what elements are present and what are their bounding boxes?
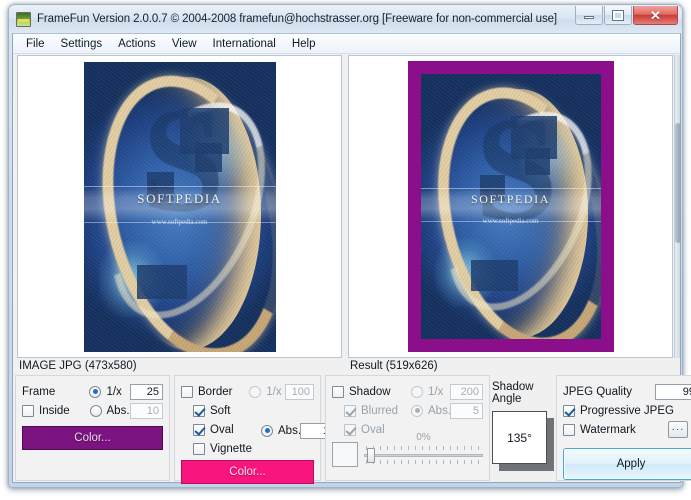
close-button[interactable]: ✕ bbox=[633, 6, 678, 25]
shadow-angle-group: Shadow Angle 135° bbox=[492, 375, 554, 481]
minimize-button[interactable] bbox=[575, 6, 603, 25]
progressive-jpeg-label: Progressive JPEG bbox=[580, 404, 674, 417]
watermark-label-text: Watermark bbox=[580, 423, 636, 436]
frame-absolute-input[interactable]: 10 bbox=[130, 402, 163, 419]
artwork-pixel-block bbox=[137, 264, 188, 300]
menu-item-international[interactable]: International bbox=[205, 36, 284, 52]
maximize-button[interactable] bbox=[604, 6, 632, 25]
shadow-opacity-value: 0% bbox=[416, 431, 431, 443]
source-image-status: IMAGE JPG (473x580) bbox=[19, 360, 137, 372]
shadow-blurred-label: Blurred bbox=[361, 404, 399, 417]
shadow-angle-label: Shadow Angle bbox=[492, 381, 534, 405]
frame-label: Frame bbox=[22, 385, 56, 398]
watermark-checkbox[interactable] bbox=[563, 423, 575, 436]
result-image-status: Result (519x626) bbox=[350, 360, 438, 372]
shadow-reciprocal-input[interactable]: 200 bbox=[450, 383, 483, 400]
controls-strip: Frame 1/x 25 Inside Abs. 10 Color... Bor… bbox=[13, 375, 691, 484]
frame-reciprocal-input[interactable]: 25 bbox=[130, 383, 163, 400]
border-oval-label: Oval bbox=[210, 423, 234, 436]
result-frame-border: S SOFTPEDIA www.softpedia.com bbox=[407, 61, 614, 352]
menu-item-settings[interactable]: Settings bbox=[53, 36, 111, 52]
jpeg-quality-label: JPEG Quality bbox=[563, 385, 633, 398]
apply-button[interactable]: Apply bbox=[563, 448, 691, 480]
shadow-color-swatch[interactable] bbox=[332, 442, 358, 467]
client-area: File Settings Actions View International… bbox=[12, 33, 691, 484]
border-soft-checkbox[interactable] bbox=[193, 404, 205, 417]
border-absolute-label: Abs. bbox=[278, 424, 302, 437]
shadow-oval-checkbox[interactable] bbox=[344, 423, 356, 436]
frame-absolute-label: Abs. bbox=[106, 404, 130, 417]
watermark-sublabel: www.softpedia.com bbox=[482, 217, 539, 226]
watermark-label: SOFTPEDIA bbox=[137, 190, 222, 206]
result-artwork: S SOFTPEDIA www.softpedia.com bbox=[420, 74, 601, 339]
border-vignette-checkbox[interactable] bbox=[193, 442, 205, 455]
shadow-angle-value: 135° bbox=[492, 411, 547, 464]
border-checkbox[interactable] bbox=[181, 385, 193, 398]
minimize-icon bbox=[584, 16, 594, 19]
framefun-app-icon bbox=[16, 11, 31, 27]
shadow-angle-dial[interactable]: 135° bbox=[492, 411, 554, 471]
image-panes: S SOFTPEDIA www.softpedia.com S SOFTPEDI… bbox=[13, 55, 681, 358]
menu-item-help[interactable]: Help bbox=[284, 36, 324, 52]
application-window: FrameFun Version 2.0.0.7 © 2004-2008 fra… bbox=[8, 4, 691, 488]
border-reciprocal-input[interactable]: 100 bbox=[285, 383, 314, 400]
shadow-opacity-row: 0% bbox=[332, 432, 483, 467]
title-bar[interactable]: FrameFun Version 2.0.0.7 © 2004-2008 fra… bbox=[9, 5, 682, 33]
border-group: Border 1/x 100 Soft Oval Vignette Color.… bbox=[174, 375, 333, 484]
border-reciprocal-radio[interactable] bbox=[249, 385, 262, 398]
menu-item-view[interactable]: View bbox=[164, 36, 205, 52]
source-image-pane[interactable]: S SOFTPEDIA www.softpedia.com bbox=[17, 55, 342, 358]
shadow-absolute-radio[interactable] bbox=[411, 404, 423, 417]
frame-inside-label: Inside bbox=[39, 404, 70, 417]
window-controls: ✕ bbox=[575, 6, 678, 25]
shadow-absolute-label: Abs. bbox=[428, 404, 452, 417]
result-image-pane[interactable]: S SOFTPEDIA www.softpedia.com bbox=[348, 55, 673, 358]
vertical-scrollbar[interactable] bbox=[674, 55, 681, 358]
border-label: Border bbox=[198, 385, 233, 398]
window-title: FrameFun Version 2.0.0.7 © 2004-2008 fra… bbox=[37, 13, 557, 25]
shadow-reciprocal-label: 1/x bbox=[428, 385, 444, 398]
frame-absolute-radio[interactable] bbox=[89, 404, 102, 417]
border-color-button[interactable]: Color... bbox=[181, 460, 314, 484]
frame-inside-checkbox[interactable] bbox=[22, 404, 34, 417]
status-row: IMAGE JPG (473x580) Result (519x626) bbox=[13, 359, 680, 375]
border-oval-checkbox[interactable] bbox=[193, 423, 205, 436]
slider-ticks-top bbox=[366, 445, 481, 450]
shadow-opacity-slider[interactable]: 0% bbox=[364, 432, 483, 466]
shadow-checkbox[interactable] bbox=[332, 385, 344, 398]
browse-ellipsis-icon[interactable]: ··· bbox=[668, 421, 688, 438]
border-soft-label: Soft bbox=[210, 404, 231, 417]
slider-thumb[interactable] bbox=[367, 447, 375, 463]
shadow-label: Shadow bbox=[349, 385, 391, 398]
slider-ticks-bottom bbox=[366, 459, 481, 464]
frame-reciprocal-radio[interactable] bbox=[89, 385, 102, 398]
shadow-group: Shadow 1/x 200 Blurred Abs. 5 Oval 0% bbox=[325, 375, 490, 481]
artwork-pixel-block bbox=[524, 148, 551, 175]
frame-group: Frame 1/x 25 Inside Abs. 10 Color... bbox=[15, 375, 170, 481]
shadow-absolute-input[interactable]: 5 bbox=[450, 402, 483, 419]
progressive-jpeg-checkbox[interactable] bbox=[563, 404, 575, 417]
frame-color-button[interactable]: Color... bbox=[22, 426, 163, 450]
shadow-reciprocal-radio[interactable] bbox=[411, 385, 423, 398]
artwork-pixel-block bbox=[194, 142, 222, 172]
jpeg-group: JPEG Quality 99 Progressive JPEG Waterma… bbox=[556, 375, 691, 481]
jpeg-quality-input[interactable]: 99 bbox=[655, 383, 691, 400]
menu-item-actions[interactable]: Actions bbox=[110, 36, 164, 52]
shadow-blurred-checkbox[interactable] bbox=[344, 404, 356, 417]
frame-reciprocal-label: 1/x bbox=[106, 385, 122, 398]
border-vignette-label: Vignette bbox=[210, 442, 252, 455]
slider-rail bbox=[364, 453, 483, 457]
menu-item-file[interactable]: File bbox=[18, 36, 53, 52]
source-artwork: S SOFTPEDIA www.softpedia.com bbox=[83, 61, 276, 352]
watermark-label: SOFTPEDIA bbox=[470, 191, 551, 206]
close-icon: ✕ bbox=[650, 7, 661, 23]
border-absolute-radio[interactable] bbox=[261, 424, 273, 437]
border-reciprocal-label: 1/x bbox=[266, 385, 282, 398]
maximize-icon bbox=[612, 9, 624, 21]
artwork-pixel-block bbox=[470, 259, 518, 292]
menu-bar: File Settings Actions View International… bbox=[13, 34, 680, 54]
scrollbar-thumb[interactable] bbox=[675, 123, 681, 243]
watermark-sublabel: www.softpedia.com bbox=[151, 218, 208, 227]
